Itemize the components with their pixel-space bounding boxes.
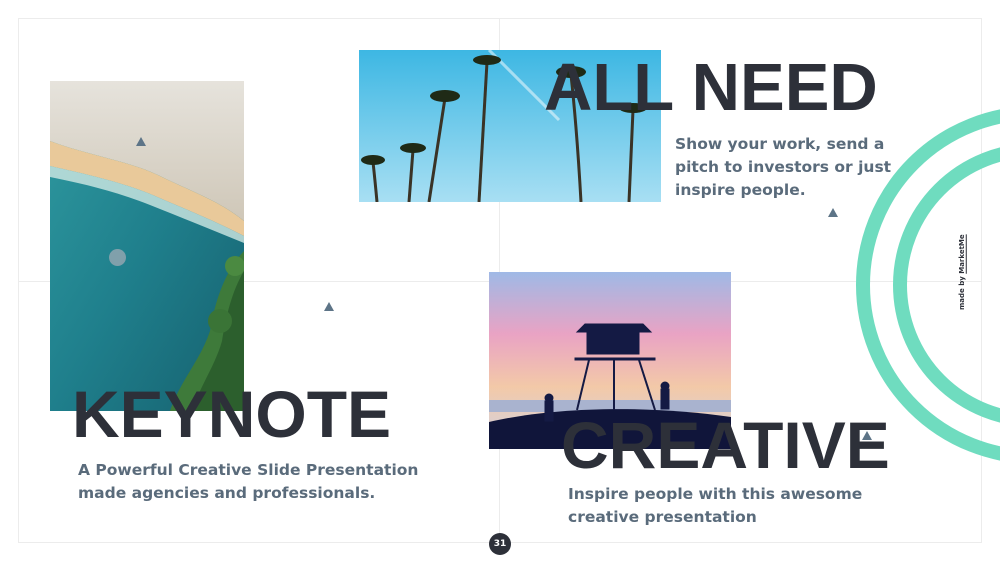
triangle-icon [324, 302, 334, 311]
page-number: 31 [489, 533, 511, 555]
decorative-rings [850, 100, 1000, 470]
triangle-icon [828, 208, 838, 217]
heading-creative: CREATIVE [561, 408, 890, 482]
heading-all-need: ALL NEED [544, 50, 878, 125]
slide: ALL NEED KEYNOTE CREATIVE Show your work… [0, 0, 1000, 563]
credit-prefix: made by [958, 273, 966, 310]
beach-photo [50, 81, 244, 411]
description-creative: Inspire people with this awesome creativ… [568, 485, 863, 526]
credit-text: made by MarketMe [958, 234, 972, 310]
triangle-icon [136, 137, 146, 146]
credit-brand-link[interactable]: MarketMe [958, 234, 966, 273]
heading-keynote: KEYNOTE [72, 377, 392, 451]
circle-icon [109, 249, 126, 266]
description-keynote: A Powerful Creative Slide Presentation m… [78, 461, 419, 502]
